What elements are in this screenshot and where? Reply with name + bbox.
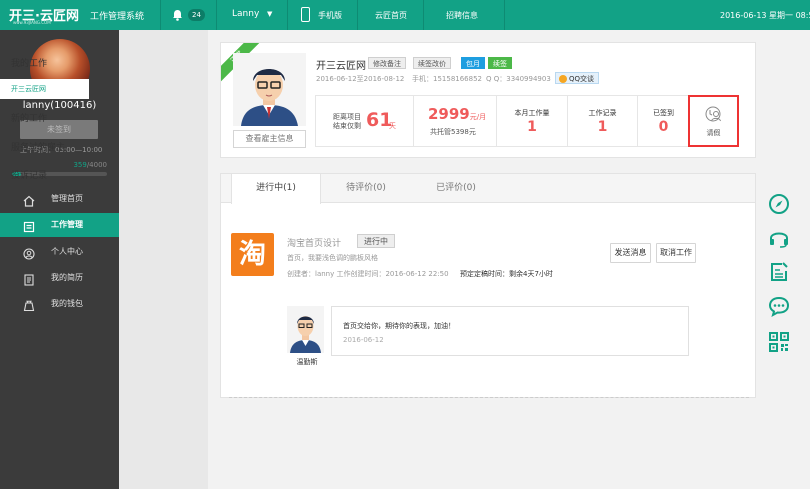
message-date: 2016-06-12 [343, 336, 384, 344]
compass-icon[interactable] [767, 192, 791, 216]
nav-label: 我的钱包 [51, 299, 83, 308]
days-label-2: 结束仅剩 [333, 122, 361, 130]
price-value: 2999 [428, 105, 470, 123]
submenu-new-work[interactable]: 新的工作 [0, 109, 89, 129]
top-bar: 开三·云匠网 www.93JIANG.COM 工作管理系统 24 Lanny ▼… [0, 0, 810, 30]
bell-icon[interactable] [172, 9, 184, 21]
chat-icon[interactable] [767, 294, 791, 318]
month-work-value: 1 [527, 119, 537, 135]
submenu-complaints[interactable]: 投诉记录 [0, 166, 89, 186]
record-value: 1 [597, 119, 608, 135]
datetime: 2016-06-13 星期一 08:50:17 [720, 11, 810, 20]
date-range: 2016-06-12至2016-08-12 [316, 75, 405, 83]
edit-note-button[interactable]: 修改备注 [368, 57, 406, 69]
stats-panel: 距离项目 结束仅剩 61 天 2999元/月 共托管5398元 本月工作量 1 … [315, 95, 739, 147]
message-bubble: 首页交给你，期待你的表现，加油！ 2016-06-12 [331, 306, 689, 356]
mobile-icon [301, 7, 310, 22]
chevron-down-icon[interactable]: ▼ [267, 10, 272, 18]
nav-item-work[interactable]: 工作管理 [0, 213, 119, 237]
sender-avatar [287, 306, 324, 353]
employer-avatar [233, 53, 306, 126]
leave-label: 请假 [706, 129, 721, 137]
days-unit: 天 [389, 122, 396, 130]
task-meta: 创建者：lanny 工作创建时间：2016-06-12 22:50 [287, 270, 449, 278]
qq-chat-label: QQ交谈 [569, 75, 595, 83]
task-tabs: 进行中(1) 待评价(0) 已评价(0) [221, 174, 755, 204]
work-record-stat[interactable]: 工作记录 1 [568, 96, 638, 146]
total-escrow: 共托管5398元 [430, 128, 476, 136]
task-title[interactable]: 淘宝首页设计 [287, 236, 341, 249]
edit-icon[interactable] [767, 260, 791, 284]
submenu-served-employers[interactable]: 服务过的雇主 [0, 138, 89, 158]
tab-reviewed[interactable]: 已评价(0) [411, 174, 501, 203]
leave-request-button[interactable]: 请假 [688, 95, 739, 147]
task-status-badge: 进行中 [357, 234, 395, 248]
wallet-icon [23, 298, 35, 312]
price-stat: 2999元/月 共托管5398元 [414, 96, 497, 146]
task-deadline: 预定定稿时间：剩余4天7小时 [460, 270, 553, 278]
qq-chat-button[interactable]: QQ交谈 [555, 72, 600, 84]
nav-item-profile[interactable]: 个人中心 [0, 240, 119, 264]
renew-price-button[interactable]: 续签改价 [413, 57, 451, 69]
nav-label: 个人中心 [51, 247, 83, 256]
days-remaining-stat: 距离项目 结束仅剩 61 天 [316, 96, 414, 146]
sender-name: 温勤斯 [296, 358, 318, 366]
home-icon [23, 193, 35, 207]
employer-qq: Q Q：3340994903 [486, 75, 551, 83]
employer-phone: 手机：15158166852 [412, 75, 482, 83]
progress-total: /4000 [86, 161, 107, 169]
tab-pending-review[interactable]: 待评价(0) [321, 174, 411, 203]
checkin-label: 已签到 [653, 109, 674, 117]
leave-icon [705, 106, 723, 126]
nav-label: 管理首页 [51, 194, 83, 203]
month-work-label: 本月工作量 [514, 109, 550, 117]
renew-badge: 续签 [488, 57, 512, 69]
cancel-work-button[interactable]: 取消工作 [656, 243, 696, 263]
month-work-stat: 本月工作量 1 [497, 96, 568, 146]
work-icon [23, 219, 35, 233]
notification-count: 24 [188, 9, 205, 21]
task-description: 首页，我要浅色调的鹏板风格 [287, 254, 378, 262]
view-employer-button[interactable]: 查看雇主信息 [233, 130, 306, 148]
days-label-1: 距离项目 [333, 113, 361, 121]
system-name: 工作管理系统 [90, 12, 145, 22]
message-text: 首页交给你，期待你的表现，加油！ [343, 322, 455, 330]
user-icon [23, 246, 35, 260]
nav-label: 工作管理 [51, 220, 83, 229]
record-label: 工作记录 [588, 109, 617, 117]
nav-label: 我的简历 [51, 273, 83, 282]
price-unit: 元/月 [469, 113, 487, 121]
taobao-logo: 淘 [231, 233, 274, 276]
resume-icon [23, 272, 35, 286]
divider [229, 397, 749, 398]
qq-icon [559, 75, 567, 83]
mobile-link[interactable]: 手机版 [318, 10, 342, 21]
checkin-value: 0 [658, 119, 669, 135]
tab-in-progress[interactable]: 进行中(1) [231, 174, 321, 204]
qr-code-icon[interactable] [767, 330, 791, 354]
user-menu[interactable]: Lanny [232, 9, 259, 19]
home-link[interactable]: 云匠首页 [375, 10, 407, 21]
nav-item-home[interactable]: 管理首页 [0, 187, 119, 211]
recruit-link[interactable]: 招聘信息 [446, 10, 478, 21]
monthly-badge: 包月 [461, 57, 485, 69]
submenu-my-work[interactable]: 我的工作 [0, 54, 89, 74]
headset-icon[interactable] [767, 226, 791, 250]
submenu-current-employer[interactable]: 开三云匠网 [0, 79, 89, 99]
nav-item-resume[interactable]: 我的简历 [0, 266, 119, 290]
nav-item-wallet[interactable]: 我的钱包 [0, 292, 119, 316]
employer-name: 开三云匠网 [316, 61, 366, 72]
send-message-button[interactable]: 发送消息 [610, 243, 651, 263]
sub-menu [119, 30, 208, 489]
checkin-stat[interactable]: 已签到 0 [638, 96, 689, 146]
site-logo-url: www.93JIANG.COM [13, 20, 51, 25]
